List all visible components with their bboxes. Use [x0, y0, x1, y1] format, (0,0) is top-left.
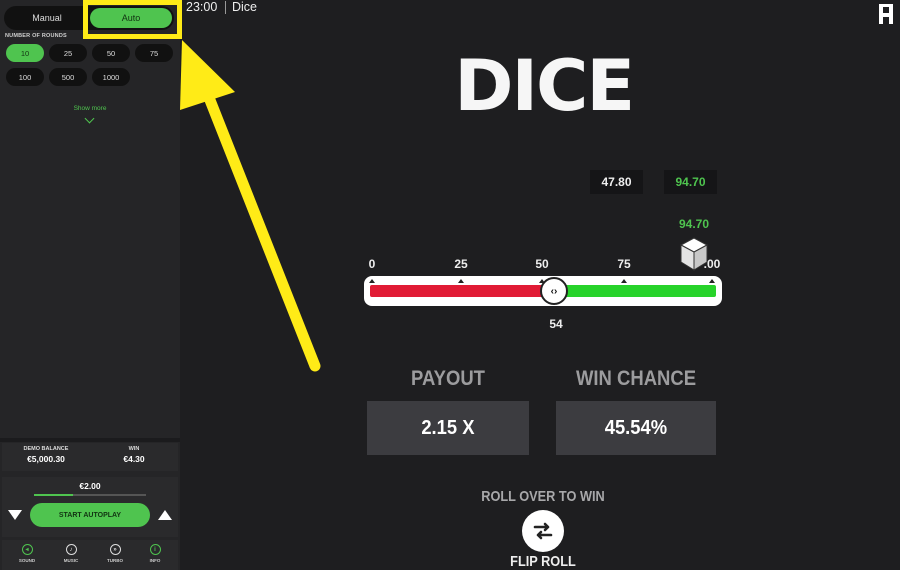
win-chance-value: 45.54% [604, 416, 668, 439]
scale-label: .00 [703, 257, 721, 271]
round-option-500[interactable]: 500 [49, 68, 87, 86]
payout-field[interactable]: 2.15 X [367, 401, 529, 455]
swap-arrows-icon [533, 522, 553, 540]
flip-roll-button[interactable] [522, 510, 564, 552]
game-logo-title: DICE [454, 45, 635, 127]
scale-tick [709, 279, 715, 283]
decrease-bet-icon[interactable] [8, 510, 22, 520]
bet-amount: €2.00 [79, 481, 101, 491]
round-option-25[interactable]: 25 [49, 44, 87, 62]
win-value: €4.30 [123, 454, 145, 464]
last-roll-value: 94.70 [678, 217, 710, 231]
round-option-50[interactable]: 50 [92, 44, 130, 62]
scale-tick [458, 279, 464, 283]
round-option-100[interactable]: 100 [6, 68, 44, 86]
chevron-down-icon[interactable] [84, 113, 95, 124]
win-range [560, 285, 716, 297]
scale-label: 50 [535, 257, 549, 271]
payout-value: 2.15 X [421, 416, 475, 439]
sound-nav-item[interactable]: ◂ SOUND [5, 544, 49, 563]
win-chance-label: WIN CHANCE [575, 367, 697, 390]
history-chip: 94.70 [664, 170, 717, 194]
roll-slider[interactable]: ‹› [364, 276, 722, 306]
scale-label: 25 [454, 257, 468, 271]
show-more-link[interactable]: Show more [0, 105, 180, 112]
rounds-label: NUMBER OF ROUNDS [5, 33, 67, 39]
brand-logo-icon [879, 4, 893, 24]
game-title: Dice [232, 0, 258, 14]
roll-mode-label: ROLL OVER TO WIN [481, 488, 605, 505]
clock: 23:00 [186, 0, 218, 14]
title-separator [225, 1, 226, 14]
increase-bet-icon[interactable] [158, 510, 172, 520]
win-chance-field[interactable]: 45.54% [556, 401, 716, 455]
scale-tick [369, 279, 375, 283]
sound-icon: ◂ [21, 544, 33, 555]
flip-roll-label: FLIP ROLL [510, 553, 576, 570]
slider-handle[interactable]: ‹› [540, 277, 568, 305]
round-option-75[interactable]: 75 [135, 44, 173, 62]
turbo-nav-item[interactable]: » TURBO [93, 544, 137, 563]
app-root: Manual Auto NUMBER OF ROUNDS 10 25 50 75… [0, 0, 900, 570]
scale-tick [621, 279, 627, 283]
bet-panel: €2.00 START AUTOPLAY [2, 477, 178, 537]
round-option-1000[interactable]: 1000 [92, 68, 130, 86]
info-nav-item[interactable]: i INFO [133, 544, 177, 563]
bet-slider-fill [34, 494, 74, 496]
turbo-icon: » [109, 544, 121, 555]
bet-slider[interactable] [34, 494, 146, 496]
music-nav-item[interactable]: ♪ MUSIC [49, 544, 93, 563]
threshold-value: 54 [549, 317, 563, 331]
balance-value: €5,000.30 [27, 454, 65, 464]
nav-label-sound: SOUND [18, 558, 36, 563]
nav-label-info: INFO [149, 558, 161, 563]
bottom-nav: ◂ SOUND ♪ MUSIC » TURBO i INFO [2, 540, 178, 570]
manual-mode-button[interactable]: Manual [6, 8, 88, 28]
lose-range [370, 285, 548, 297]
win-stat: WIN €4.30 [90, 446, 178, 464]
balance-stat: DEMO BALANCE €5,000.30 [2, 446, 90, 464]
win-label: WIN [128, 446, 140, 452]
scale-label: 75 [617, 257, 631, 271]
divider [0, 438, 180, 442]
start-autoplay-button[interactable]: START AUTOPLAY [30, 503, 150, 527]
info-icon: i [149, 544, 161, 555]
control-sidebar: Manual Auto NUMBER OF ROUNDS 10 25 50 75… [0, 0, 182, 570]
scale-label: 0 [368, 257, 376, 271]
history-chip: 47.80 [590, 170, 643, 194]
nav-label-music: MUSIC [63, 558, 79, 563]
nav-label-turbo: TURBO [107, 558, 123, 563]
music-icon: ♪ [65, 544, 77, 555]
balance-panel: DEMO BALANCE €5,000.30 WIN €4.30 [2, 443, 178, 471]
balance-label: DEMO BALANCE [23, 446, 69, 452]
annotation-highlight-box [83, 0, 182, 39]
round-option-10[interactable]: 10 [6, 44, 44, 62]
payout-label: PAYOUT [411, 367, 485, 390]
